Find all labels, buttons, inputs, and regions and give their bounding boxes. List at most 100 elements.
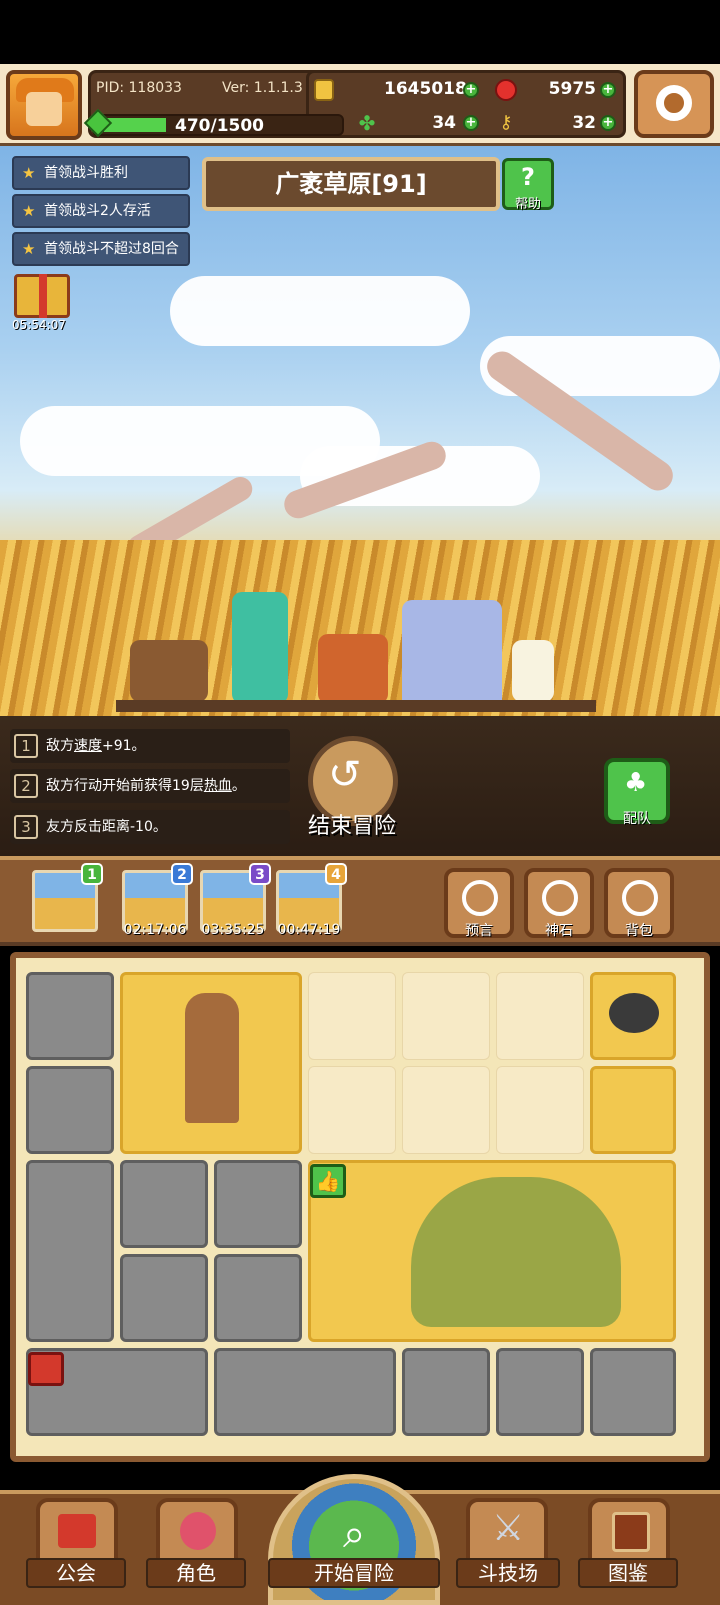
treasure-chest-icon <box>28 1352 64 1386</box>
ground-platform <box>116 700 596 712</box>
white-cat[interactable] <box>512 640 554 702</box>
grid-cell-rock[interactable] <box>26 972 114 1060</box>
quest-item: ★ 首领战斗不超过8回合 <box>12 232 190 266</box>
effect-number: 1 <box>14 734 38 758</box>
grid-cell-empty[interactable] <box>402 972 490 1060</box>
return-arrow-icon: ↺ <box>328 752 362 798</box>
hero-armored-rabbit[interactable] <box>402 600 502 712</box>
nav-start-adventure-label: 开始冒险 <box>268 1558 440 1588</box>
add-key-button[interactable]: + <box>600 115 616 131</box>
effect-text: 敌方行动开始前获得19层 <box>46 778 204 794</box>
stage-badge: 2 <box>171 863 193 885</box>
effect-text: +91。 <box>102 738 146 754</box>
team-icon: ♣ <box>624 768 648 798</box>
grid-cell-rock[interactable] <box>590 1348 676 1436</box>
thumbs-up-icon: 👍 <box>310 1164 346 1198</box>
settings-button[interactable] <box>634 70 714 138</box>
backpack-icon <box>622 880 658 916</box>
grid-cell-empty[interactable] <box>496 972 584 1060</box>
stamina-amount: 470/1500 <box>175 116 265 136</box>
star-icon: ★ <box>22 240 36 258</box>
gold-coin-icon <box>314 79 334 101</box>
grid-cell-rock[interactable] <box>26 1160 114 1342</box>
prophecy-icon <box>462 880 498 916</box>
crossed-swords-icon: ⚔ <box>492 1508 525 1549</box>
effect-number: 3 <box>14 815 38 839</box>
stage-timer: 00:47:19 <box>277 922 341 938</box>
question-icon: ? <box>521 163 535 191</box>
gold-amount: 1645018 <box>384 79 467 99</box>
stage-slot-1[interactable]: 1 <box>32 863 103 932</box>
nav-role-label: 角色 <box>146 1558 246 1588</box>
effect-row: 3 友方反击距离-10。 <box>10 810 290 844</box>
grid-cell-empty[interactable] <box>308 1066 396 1154</box>
stage-timer: 03:35:25 <box>201 922 265 938</box>
quest-label: 首领战斗2人存活 <box>44 203 151 219</box>
magnifier-icon: ⌕ <box>343 1511 366 1557</box>
effect-keyword[interactable]: 速度 <box>74 738 102 754</box>
add-clover-button[interactable]: + <box>463 115 479 131</box>
add-ruby-button[interactable]: + <box>600 82 616 98</box>
role-portrait-icon <box>180 1512 216 1550</box>
gift-ribbon <box>39 274 47 318</box>
effect-text: 敌方 <box>46 738 74 754</box>
stamina-bar-fill <box>104 118 166 132</box>
prophecy-label: 预言 <box>465 923 493 939</box>
stage-badge: 4 <box>325 863 347 885</box>
help-button[interactable]: ? 帮助 <box>502 158 554 212</box>
star-icon: ★ <box>22 202 36 220</box>
prophecy-button[interactable]: 预言 <box>444 868 514 939</box>
area-title: 广袤草原[91] <box>202 157 500 211</box>
key-amount: 32 <box>572 113 596 133</box>
quest-item: ★ 首领战斗胜利 <box>12 156 190 190</box>
stage-badge: 3 <box>249 863 271 885</box>
backpack-label: 背包 <box>625 923 653 939</box>
player-avatar[interactable] <box>6 70 82 140</box>
quest-label: 首领战斗胜利 <box>44 165 128 181</box>
team-label: 配队 <box>623 811 651 827</box>
grid-cell-boss[interactable] <box>308 1160 676 1342</box>
effect-number: 2 <box>14 774 38 798</box>
version-label: Ver: 1.1.1.3 <box>222 80 303 96</box>
tower-icon <box>185 993 239 1123</box>
grid-cell-rock[interactable] <box>214 1254 302 1342</box>
grid-cell-tower[interactable] <box>120 972 302 1154</box>
grid-cell-sand[interactable] <box>590 1066 676 1154</box>
effect-text: 友方反击距离-10。 <box>46 819 167 835</box>
effect-row: 2 敌方行动开始前获得19层热血。 <box>10 769 290 803</box>
nav-atlas-label: 图鉴 <box>578 1558 678 1588</box>
grid-cell-rock[interactable] <box>26 1066 114 1154</box>
gift-timer: 05:54:07 <box>12 318 66 332</box>
god-stone-button[interactable]: 神石 <box>524 868 594 939</box>
quest-label: 首领战斗不超过8回合 <box>44 241 179 257</box>
avatar-face <box>26 92 62 126</box>
grid-cell-empty[interactable] <box>308 972 396 1060</box>
grid-cell-rock[interactable] <box>496 1348 584 1436</box>
grid-cell-rock[interactable] <box>402 1348 490 1436</box>
effect-keyword[interactable]: 热血 <box>204 778 232 794</box>
grid-cell-cauldron[interactable] <box>590 972 676 1060</box>
hero-green-hair[interactable] <box>232 592 288 704</box>
add-gold-button[interactable]: + <box>463 82 479 98</box>
god-stone-label: 神石 <box>545 923 573 939</box>
stage-badge: 1 <box>81 863 103 885</box>
end-adventure-label: 结束冒险 <box>307 814 396 839</box>
campfire <box>318 634 388 704</box>
ruby-amount: 5975 <box>548 79 596 99</box>
star-icon: ★ <box>22 164 36 182</box>
cloud <box>170 276 470 346</box>
boss-turtle-icon <box>411 1177 621 1327</box>
backpack-button[interactable]: 背包 <box>604 868 674 939</box>
grid-cell-empty[interactable] <box>402 1066 490 1154</box>
grid-cell-rock[interactable] <box>214 1348 396 1436</box>
grid-cell-rock[interactable] <box>120 1254 208 1342</box>
barrel-ally[interactable] <box>130 640 208 702</box>
effect-text: 。 <box>231 778 246 794</box>
grid-cell-empty[interactable] <box>496 1066 584 1154</box>
book-icon <box>612 1512 650 1552</box>
grid-cell-rock[interactable] <box>120 1160 208 1248</box>
nav-guild-label: 公会 <box>26 1558 126 1588</box>
gift-box-button[interactable] <box>14 274 70 318</box>
effect-row: 1 敌方速度+91。 <box>10 729 290 763</box>
grid-cell-rock[interactable] <box>214 1160 302 1248</box>
